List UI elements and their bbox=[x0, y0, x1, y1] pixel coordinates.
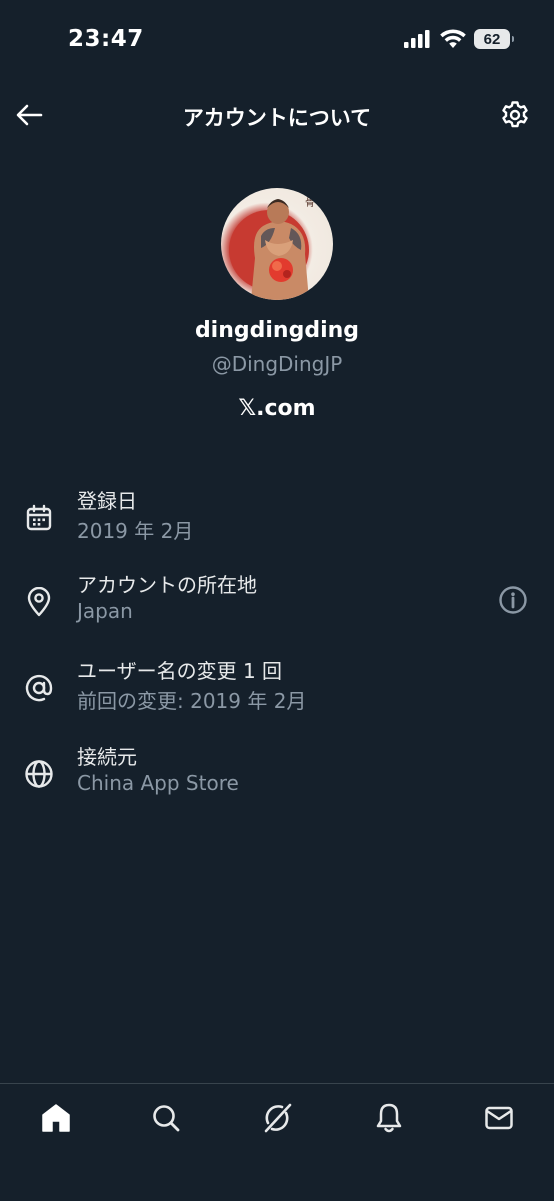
tab-notifications[interactable] bbox=[371, 1100, 407, 1136]
profile-name: dingdingding bbox=[194, 318, 360, 343]
profile-site: 𝕏.com bbox=[238, 396, 316, 421]
bottom-tab-bar bbox=[0, 1083, 554, 1201]
calendar-icon bbox=[22, 501, 56, 535]
globe-icon bbox=[22, 757, 56, 791]
status-time: 23:47 bbox=[68, 26, 144, 52]
profile-avatar[interactable]: 骨 bbox=[221, 188, 333, 300]
settings-button[interactable] bbox=[498, 98, 532, 132]
info-row-username-changes: ユーザー名の変更 1 回 前回の変更: 2019 年 2月 bbox=[0, 655, 554, 725]
gear-icon bbox=[502, 101, 528, 128]
profile-handle: @DingDingJP bbox=[211, 352, 343, 376]
svg-text:骨: 骨 bbox=[305, 197, 315, 209]
location-label: アカウントの所在地 bbox=[77, 573, 257, 597]
tab-grok[interactable] bbox=[259, 1100, 295, 1136]
wifi-icon bbox=[440, 29, 466, 48]
username-changes-value: 前回の変更: 2019 年 2月 bbox=[77, 689, 307, 713]
home-icon bbox=[42, 1104, 70, 1132]
cellular-signal-icon bbox=[404, 30, 430, 48]
location-value: Japan bbox=[77, 599, 133, 623]
info-row-join-date: 登録日 2019 年 2月 bbox=[0, 485, 554, 555]
grok-icon bbox=[264, 1103, 292, 1133]
tab-search[interactable] bbox=[148, 1100, 184, 1136]
at-sign-icon bbox=[22, 671, 56, 705]
status-bar: 23:47 62 bbox=[0, 0, 554, 80]
search-icon bbox=[153, 1105, 180, 1132]
tab-home[interactable] bbox=[38, 1100, 74, 1136]
bell-icon bbox=[376, 1103, 402, 1133]
location-pin-icon bbox=[22, 585, 56, 619]
tab-messages[interactable] bbox=[481, 1100, 517, 1136]
info-row-location: アカウントの所在地 Japan bbox=[0, 569, 554, 639]
location-info-button[interactable] bbox=[496, 583, 530, 617]
join-date-value: 2019 年 2月 bbox=[77, 519, 194, 543]
connected-via-label: 接続元 bbox=[77, 745, 137, 769]
connected-via-value: China App Store bbox=[77, 771, 239, 795]
join-date-label: 登録日 bbox=[77, 489, 137, 513]
info-circle-icon bbox=[499, 586, 527, 614]
username-changes-label: ユーザー名の変更 1 回 bbox=[77, 659, 283, 683]
header: アカウントについて bbox=[0, 90, 554, 140]
battery-indicator: 62 bbox=[474, 29, 514, 49]
avatar-illustration: 骨 bbox=[221, 188, 333, 300]
page-title: アカウントについて bbox=[182, 106, 372, 130]
mail-icon bbox=[485, 1106, 513, 1130]
info-row-connected-via: 接続元 China App Store bbox=[0, 741, 554, 811]
status-icons: 62 bbox=[404, 29, 514, 49]
